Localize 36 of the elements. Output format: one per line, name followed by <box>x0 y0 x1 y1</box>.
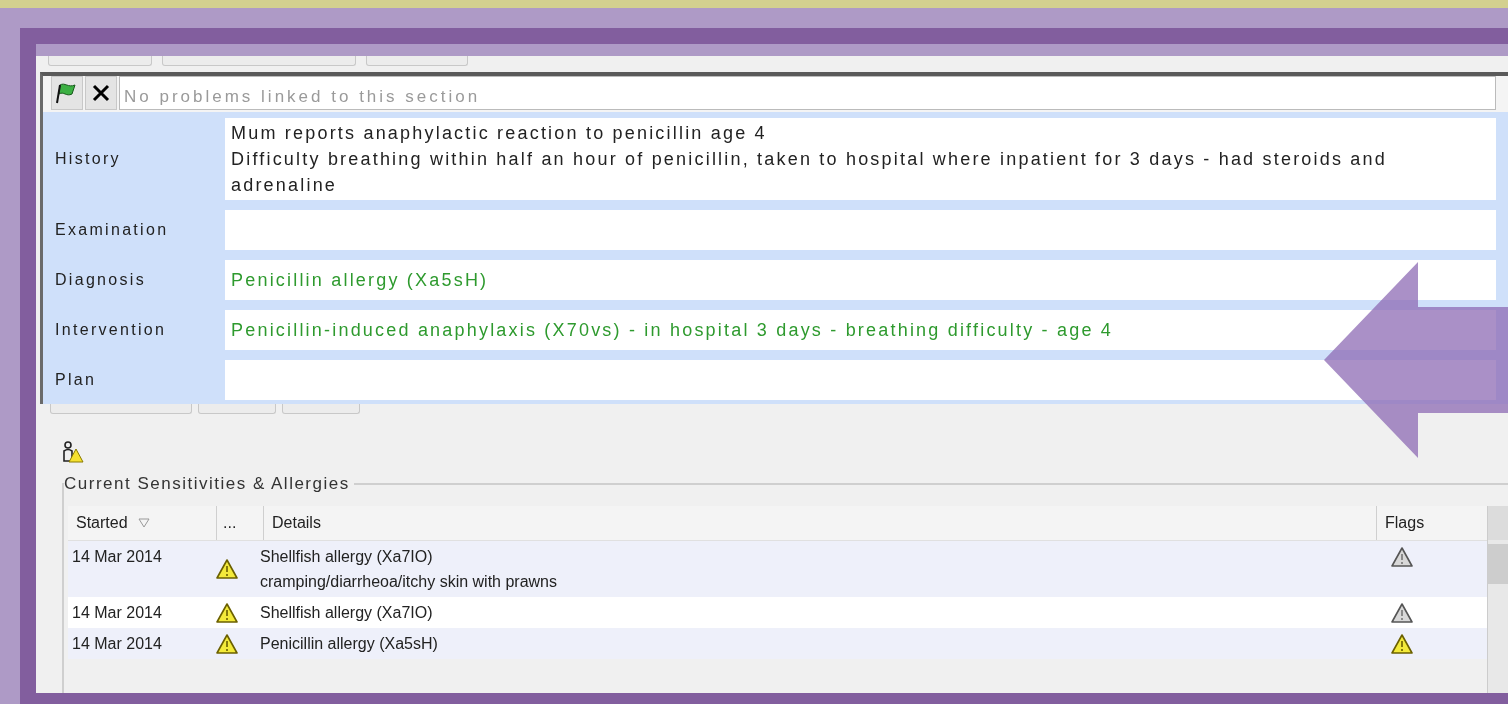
column-header[interactable]: ... <box>217 506 264 540</box>
tab[interactable] <box>162 56 356 66</box>
close-icon <box>91 83 111 103</box>
table-cell-text: 14 Mar 2014 <box>71 547 163 567</box>
table-cell-text: 14 Mar 2014 <box>71 634 163 654</box>
tab[interactable] <box>50 404 192 414</box>
column-header[interactable]: Flags <box>1377 506 1487 540</box>
close-button[interactable] <box>85 76 117 110</box>
scrollbar[interactable] <box>1487 506 1508 693</box>
warning-icon <box>216 602 238 623</box>
table-cell-text: Penicillin allergy (Xa5sH) <box>259 634 439 654</box>
problem-field[interactable]: No problems linked to this section <box>119 76 1496 110</box>
column-header[interactable]: Started <box>68 506 217 540</box>
tab[interactable] <box>198 404 276 414</box>
tab[interactable] <box>366 56 468 66</box>
text-field[interactable]: Penicillin allergy (Xa5sH) <box>225 260 1496 300</box>
field-label: Diagnosis <box>55 271 146 289</box>
warning-icon <box>216 633 238 654</box>
tab[interactable] <box>48 56 152 66</box>
field-label: Intervention <box>55 321 167 339</box>
field-label: Plan <box>55 371 97 389</box>
sort-icon <box>137 518 150 528</box>
table-cell-text: 14 Mar 2014 <box>71 603 163 623</box>
column-header[interactable]: Details <box>264 506 1377 540</box>
tab[interactable] <box>282 404 360 414</box>
warning-icon <box>216 559 238 579</box>
flag-icon <box>56 82 78 104</box>
table-cell-text: Shellfish allergy (Xa7IO) cramping/diarrheoa/itchy skin with prawns <box>259 547 558 592</box>
group-title: Current Sensitivities & Allergies <box>64 474 351 494</box>
text-field[interactable] <box>225 210 1496 250</box>
field-label: Examination <box>55 221 169 239</box>
table-cell-text: Shellfish allergy (Xa7IO) <box>259 603 434 623</box>
field-label: History <box>55 150 121 168</box>
flag-button[interactable] <box>51 76 83 110</box>
person-warning-icon[interactable] <box>62 441 84 463</box>
text-field[interactable]: Mum reports anaphylactic reaction to penicillin age 4 Difficulty breathing within half an hour of penicillin, taken to hospital where inpatient for 3 days - had steroids and adrenaline <box>225 118 1496 200</box>
